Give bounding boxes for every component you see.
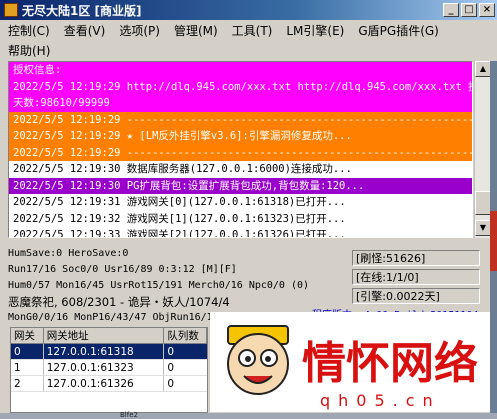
minimize-button[interactable]: _	[443, 3, 459, 17]
status-hum: Hum0/57 Mon16/45 UsrRot15/191 Merch0/16 …	[8, 280, 310, 291]
menu-control[interactable]: 控制(C)	[8, 22, 50, 39]
app-icon	[4, 3, 18, 17]
menu-lm-engine[interactable]: LM引擎(E)	[286, 22, 344, 39]
table-cell: 0	[164, 344, 207, 360]
gateway-table: 网关 网关地址 队列数 0 127.0.0.1:61318 0 1 127.0.…	[10, 327, 208, 413]
scroll-down-icon[interactable]: ▼	[475, 220, 491, 236]
scroll-thumb[interactable]	[475, 191, 491, 215]
title-bar: 无尽大陆1区 [商业版] _ □ ×	[0, 0, 497, 20]
table-row[interactable]: 0 127.0.0.1:61318 0	[11, 344, 207, 360]
log-line: 2022/5/5 12:19:31 游戏网关[0](127.0.0.1:6131…	[9, 194, 472, 211]
table-row[interactable]: 1 127.0.0.1:61323 0	[11, 360, 207, 376]
table-cell: 127.0.0.1:61326	[43, 376, 165, 392]
log-scrollbar[interactable]: ▲ ▼	[474, 61, 491, 238]
log-line: 2022/5/5 12:19:30 数据库服务器(127.0.0.1:6000)…	[9, 161, 472, 178]
menu-bar: 控制(C) 查看(V) 选项(P) 管理(M) 工具(T) LM引擎(E) G盾…	[0, 20, 497, 60]
log-line: 2022/5/5 12:19:33 游戏网关[2](127.0.0.1:6132…	[9, 227, 472, 237]
log-line: 2022/5/5 12:19:32 游戏网关[1](127.0.0.1:6132…	[9, 210, 472, 227]
table-row[interactable]: 2 127.0.0.1:61326 0	[11, 376, 207, 392]
bottom-tab-label: Blfe2	[120, 411, 138, 419]
watermark-logo: 情怀网络 qh05.cn	[210, 312, 490, 412]
table-cell: 127.0.0.1:61323	[43, 360, 165, 376]
menu-gdun-plugin[interactable]: G盾PG插件(G)	[358, 22, 439, 39]
table-cell: 127.0.0.1:61318	[43, 344, 165, 360]
status-save: HumSave:0 HeroSave:0	[8, 248, 129, 259]
menu-row-1: 控制(C) 查看(V) 选项(P) 管理(M) 工具(T) LM引擎(E) G盾…	[0, 20, 497, 40]
table-cell: 0	[164, 376, 207, 392]
refresh-counter: [刷怪:51626]	[352, 250, 480, 266]
status-monster: 恶魔祭祀, 608/2301 - 诡异・妖人/1074/4	[8, 295, 230, 309]
engine-counter: [引擎:0.0022天]	[352, 288, 480, 304]
close-button[interactable]: ×	[479, 3, 495, 17]
column-header[interactable]: 网关地址	[43, 328, 165, 344]
log-line: 2022/5/5 12:19:29 ----------------------…	[9, 144, 472, 161]
log-panel[interactable]: 授权信息: 2022/5/5 12:19:29 http://dlq.945.co…	[8, 61, 473, 238]
mascot-icon	[227, 325, 289, 395]
background-ribbon	[490, 211, 497, 271]
log-line: 授权信息:	[9, 62, 472, 79]
log-line: 2022/5/5 12:19:29 ----------------------…	[9, 111, 472, 128]
menu-manage[interactable]: 管理(M)	[174, 22, 218, 39]
maximize-button[interactable]: □	[461, 3, 477, 17]
online-counter: [在线:1/1/0]	[352, 269, 480, 285]
menu-help[interactable]: 帮助(H)	[8, 42, 50, 59]
log-line: 2022/5/5 12:19:30 PG扩展背包:设置扩展背包成功,背包数量:1…	[9, 177, 472, 194]
table-cell: 2	[11, 376, 44, 392]
watermark-text: 情怀网络	[302, 338, 478, 389]
status-run: Run17/16 Soc0/0 Usr16/89 0:3:12 [M][F]	[8, 264, 237, 275]
log-line: 天数:98610/99999	[9, 95, 472, 112]
scroll-up-icon[interactable]: ▲	[475, 61, 491, 77]
menu-tools[interactable]: 工具(T)	[232, 22, 273, 39]
menu-row-2: 帮助(H)	[0, 40, 497, 60]
menu-options[interactable]: 选项(P)	[119, 22, 160, 39]
table-cell: 0	[164, 360, 207, 376]
menu-view[interactable]: 查看(V)	[64, 22, 106, 39]
background-strip	[490, 61, 497, 419]
bottom-strip	[0, 413, 497, 419]
watermark-subtext: qh05.cn	[320, 391, 441, 410]
table-header: 网关 网关地址 队列数	[11, 328, 207, 344]
log-line: 2022/5/5 12:19:29 ★ [LM反外挂引擎v3.6]:引擎漏洞修复…	[9, 128, 472, 145]
window-title: 无尽大陆1区 [商业版]	[22, 3, 142, 18]
column-header[interactable]: 网关	[11, 328, 44, 344]
table-cell: 1	[11, 360, 44, 376]
log-line: 2022/5/5 12:19:29 http://dlq.945.com/xxx…	[9, 78, 472, 95]
column-header[interactable]: 队列数	[164, 328, 207, 344]
table-cell: 0	[11, 344, 44, 360]
